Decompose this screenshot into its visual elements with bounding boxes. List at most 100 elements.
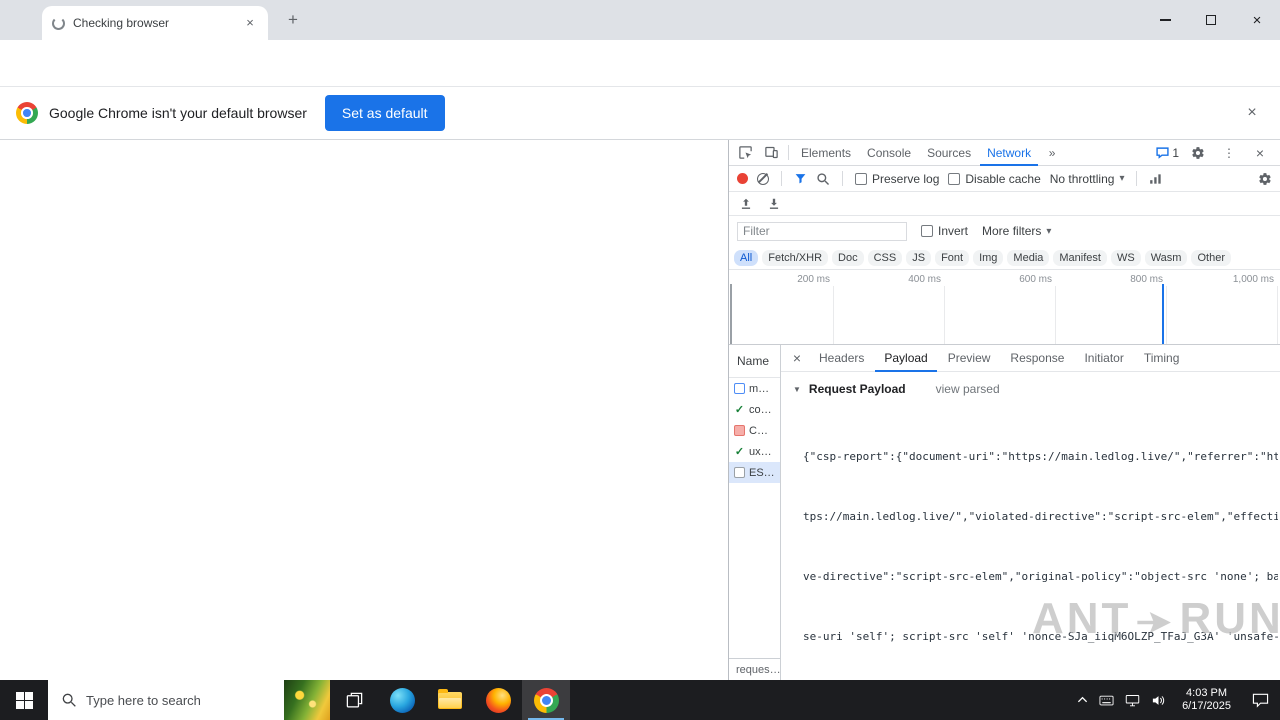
device-toolbar-icon[interactable] <box>759 142 783 164</box>
requests-column: Name m… ✓ co… C… ✓ ux… ES… reques… <box>729 345 781 680</box>
action-center-icon <box>1252 693 1268 708</box>
filter-chip-all[interactable]: All <box>734 249 759 266</box>
task-view-button[interactable] <box>330 680 378 720</box>
record-button[interactable] <box>737 173 748 184</box>
action-center-button[interactable] <box>1240 680 1280 720</box>
taskbar-clock[interactable]: 4:03 PM 6/17/2025 <box>1173 680 1240 720</box>
touch-keyboard-icon[interactable] <box>1099 695 1114 706</box>
search-placeholder: Type here to search <box>86 692 201 708</box>
request-row[interactable]: m… <box>729 378 780 399</box>
network-conditions-icon[interactable] <box>1149 173 1163 185</box>
edge-taskbar-button[interactable] <box>378 680 426 720</box>
set-as-default-button[interactable]: Set as default <box>324 95 445 131</box>
devtools-settings-gear-icon[interactable] <box>1186 142 1210 164</box>
page-content <box>0 140 728 680</box>
taskbar: Type here to search 4:03 PM 6/17/2025 <box>0 680 1280 720</box>
default-browser-banner: Google Chrome isn't your default browser… <box>0 86 1280 140</box>
issues-bubble-icon <box>1156 146 1169 159</box>
request-payload-section[interactable]: ▼ Request Payload view parsed <box>781 382 1280 396</box>
preserve-log-checkbox[interactable] <box>855 172 867 185</box>
filter-toggle-icon[interactable] <box>794 172 807 185</box>
filter-chip-wasm[interactable]: Wasm <box>1144 249 1188 266</box>
volume-icon[interactable] <box>1151 694 1166 707</box>
filter-chip-fetchxhr[interactable]: Fetch/XHR <box>762 249 829 266</box>
tab-sources[interactable]: Sources <box>920 140 978 166</box>
detail-tab-initiator[interactable]: Initiator <box>1075 345 1132 372</box>
start-button[interactable] <box>0 680 48 720</box>
more-panels-icon[interactable]: » <box>1040 142 1064 164</box>
network-search-icon[interactable] <box>816 172 830 186</box>
taskbar-search[interactable]: Type here to search <box>48 680 330 720</box>
devtools-tabbar: Elements Console Sources Network » 1 ⋮ × <box>729 140 1280 166</box>
tab-elements[interactable]: Elements <box>794 140 858 166</box>
filter-chip-ws[interactable]: WS <box>1110 249 1141 266</box>
maximize-button[interactable] <box>1188 0 1234 40</box>
payload-line: {"csp-report":{"document-uri":"https://m… <box>803 450 1278 463</box>
tab-console[interactable]: Console <box>860 140 918 166</box>
filter-chip-img[interactable]: Img <box>973 249 1004 266</box>
tab-strip: Checking browser × + × <box>0 0 1280 40</box>
inspect-element-icon[interactable] <box>733 142 757 164</box>
new-tab-button[interactable]: + <box>282 9 304 31</box>
tab-network[interactable]: Network <box>980 140 1038 166</box>
detail-tab-headers[interactable]: Headers <box>810 345 873 372</box>
network-tray-icon[interactable] <box>1125 694 1140 707</box>
view-parsed-link[interactable]: view parsed <box>936 382 1000 396</box>
timeline-gridline <box>1277 286 1278 344</box>
minimize-button[interactable] <box>1142 0 1188 40</box>
invert-checkbox[interactable] <box>921 225 933 237</box>
payload-line: tps://main.ledlog.live/","violated-direc… <box>803 510 1278 523</box>
banner-close-icon[interactable]: × <box>1240 104 1264 122</box>
browser-tab[interactable]: Checking browser × <box>42 6 268 40</box>
network-settings-gear-icon[interactable] <box>1258 172 1272 186</box>
timeline-overview[interactable]: 200 ms 400 ms 600 ms 800 ms 1,000 ms <box>729 270 1280 345</box>
filter-chip-doc[interactable]: Doc <box>832 249 864 266</box>
detail-close-icon[interactable]: × <box>786 350 808 366</box>
hidden-icons-chevron-icon[interactable] <box>1077 696 1088 704</box>
throttling-select[interactable]: No throttling ▾ <box>1050 172 1125 186</box>
browser-toolbar: ← → ↻ main.ledlog.live ☆ ⋮ <box>0 40 1280 119</box>
requests-name-header[interactable]: Name <box>729 345 780 378</box>
filter-chip-media[interactable]: Media <box>1007 249 1050 266</box>
detail-tab-response[interactable]: Response <box>1001 345 1073 372</box>
request-row[interactable]: ✓ ux… <box>729 441 780 462</box>
clear-button[interactable] <box>757 172 769 185</box>
disable-cache-control[interactable]: Disable cache <box>948 172 1041 186</box>
invert-control[interactable]: Invert <box>921 224 968 238</box>
detail-tab-preview[interactable]: Preview <box>939 345 1000 372</box>
chrome-logo-icon <box>16 102 38 124</box>
filter-chip-font[interactable]: Font <box>935 249 970 266</box>
detail-tab-timing[interactable]: Timing <box>1135 345 1189 372</box>
request-row[interactable]: ✓ co… <box>729 399 780 420</box>
generic-file-icon <box>734 467 745 478</box>
file-explorer-taskbar-button[interactable] <box>426 680 474 720</box>
disclosure-triangle-icon[interactable]: ▼ <box>793 385 801 394</box>
window-close-button[interactable]: × <box>1234 0 1280 40</box>
request-row-selected[interactable]: ES… <box>729 462 780 483</box>
more-filters-button[interactable]: More filters ▾ <box>982 224 1051 238</box>
issues-counter[interactable]: 1 <box>1156 146 1179 160</box>
chrome-taskbar-button[interactable] <box>522 680 570 720</box>
preserve-log-control[interactable]: Preserve log <box>855 172 939 186</box>
filter-chip-css[interactable]: CSS <box>867 249 903 266</box>
filter-input[interactable] <box>737 221 907 241</box>
dom-content-loaded-marker <box>1162 284 1164 344</box>
filter-chip-js[interactable]: JS <box>906 249 932 266</box>
devtools-close-icon[interactable]: × <box>1248 142 1272 164</box>
disable-cache-checkbox[interactable] <box>948 172 961 185</box>
tab-close-icon[interactable]: × <box>242 15 258 31</box>
clock-date: 6/17/2025 <box>1182 700 1231 712</box>
request-row[interactable]: C… <box>729 420 780 441</box>
request-name: co… <box>749 403 772 416</box>
firefox-taskbar-button[interactable] <box>474 680 522 720</box>
filter-chip-other[interactable]: Other <box>1191 249 1231 266</box>
search-highlight-image[interactable] <box>284 680 330 720</box>
devtools-menu-icon[interactable]: ⋮ <box>1217 142 1241 164</box>
import-har-icon[interactable] <box>739 197 753 211</box>
detail-tab-payload[interactable]: Payload <box>875 345 936 372</box>
export-har-icon[interactable] <box>767 197 781 211</box>
divider <box>781 171 782 186</box>
filter-chip-manifest[interactable]: Manifest <box>1053 249 1107 266</box>
timeline-gridline <box>944 286 945 344</box>
system-tray <box>1070 680 1173 720</box>
